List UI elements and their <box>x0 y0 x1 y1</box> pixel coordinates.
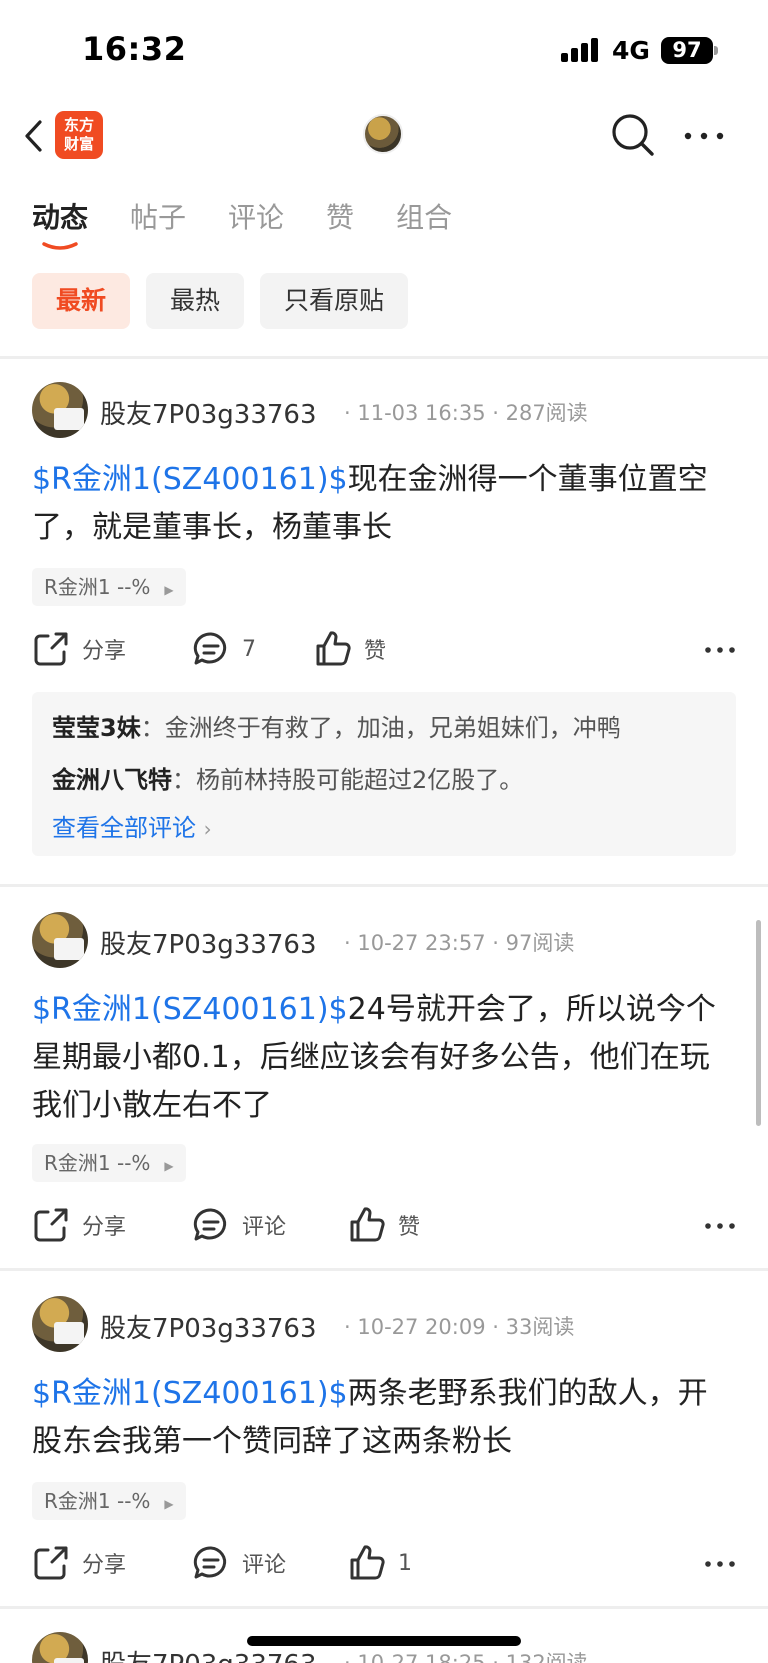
like-button[interactable]: 赞 <box>348 1206 420 1244</box>
comment-button[interactable]: 评论 <box>192 1206 286 1244</box>
more-icon[interactable] <box>704 1214 736 1238</box>
chevron-right-icon: › <box>203 817 212 841</box>
search-icon[interactable] <box>610 112 656 158</box>
post-content[interactable]: $R金洲1(SZ400161)$24号就开会了，所以说今个星期最小都0.1，后继… <box>32 986 732 1130</box>
status-time: 16:32 <box>82 30 187 68</box>
chevron-left-icon[interactable] <box>18 118 54 154</box>
signal-icon <box>561 38 601 62</box>
scrollbar[interactable] <box>756 920 761 1126</box>
share-icon <box>34 1208 68 1242</box>
tab-bar: 动态 帖子 评论 赞 组合 <box>32 196 494 250</box>
post-card[interactable]: 股友7P03g33763 · 10-27 23:57 · 97阅读 $R金洲1(… <box>0 912 768 1252</box>
comment-button[interactable]: 评论 <box>192 1544 286 1582</box>
share-button[interactable]: 分享 <box>32 1544 126 1582</box>
comment-icon <box>193 632 227 665</box>
stock-link[interactable]: $R金洲1(SZ400161)$ <box>32 462 348 497</box>
stock-link[interactable]: $R金洲1(SZ400161)$ <box>32 992 348 1027</box>
filter-hot[interactable]: 最热 <box>146 273 245 329</box>
thumbs-up-icon <box>316 631 351 666</box>
username[interactable]: 股友7P03g33763 <box>100 394 317 431</box>
post-meta: · 10-27 20:09 · 33阅读 <box>344 1315 575 1339</box>
divider <box>0 356 768 359</box>
more-icon[interactable] <box>682 118 726 154</box>
post-actions: 分享 7 赞 <box>32 630 736 674</box>
tab-likes[interactable]: 赞 <box>326 196 354 246</box>
like-button[interactable]: 赞 <box>314 630 386 668</box>
stock-tag[interactable]: R金洲1 --% ▶ <box>32 1482 186 1520</box>
divider <box>0 1606 768 1609</box>
post-card[interactable]: 股友7P03g33763 · 10-27 20:09 · 33阅读 $R金洲1(… <box>0 1296 768 1592</box>
comment-item: 金洲八飞特：杨前林持股可能超过2亿股了。 <box>52 766 524 794</box>
thumbs-up-icon <box>350 1207 385 1242</box>
comment-item: 莹莹3妹：金洲终于有救了，加油，兄弟姐妹们，冲鸭 <box>52 714 621 742</box>
tab-posts[interactable]: 帖子 <box>130 196 186 246</box>
filter-latest[interactable]: 最新 <box>32 273 131 329</box>
post-meta: · 10-27 18:25 · 132阅读 <box>344 1651 588 1663</box>
post-content[interactable]: $R金洲1(SZ400161)$现在金洲得一个董事位置空了，就是董事长，杨董事长 <box>32 456 732 552</box>
comment-icon <box>193 1208 227 1241</box>
nav-bar: 东方 财富 <box>0 100 768 172</box>
tab-portfolio[interactable]: 组合 <box>396 196 452 246</box>
username[interactable]: 股友7P03g33763 <box>100 1644 317 1663</box>
post-content[interactable]: $R金洲1(SZ400161)$两条老野系我们的敌人，开股东会我第一个赞同辞了这… <box>32 1370 732 1466</box>
stock-link[interactable]: $R金洲1(SZ400161)$ <box>32 1376 348 1411</box>
share-button[interactable]: 分享 <box>32 630 126 668</box>
comment-preview[interactable]: 莹莹3妹：金洲终于有救了，加油，兄弟姐妹们，冲鸭 金洲八飞特：杨前林持股可能超过… <box>32 692 736 856</box>
more-icon[interactable] <box>704 1552 736 1576</box>
post-meta: · 10-27 23:57 · 97阅读 <box>344 931 575 955</box>
filter-original-only[interactable]: 只看原贴 <box>260 273 409 329</box>
filter-bar: 最新 最热 只看原贴 <box>32 273 424 329</box>
avatar[interactable] <box>32 1632 88 1663</box>
avatar[interactable] <box>32 1296 88 1352</box>
active-tab-indicator <box>42 242 78 250</box>
share-icon <box>34 632 68 666</box>
home-indicator[interactable] <box>247 1636 521 1646</box>
username[interactable]: 股友7P03g33763 <box>100 924 317 961</box>
share-icon <box>34 1546 68 1580</box>
avatar[interactable] <box>32 382 88 438</box>
avatar[interactable] <box>363 114 403 154</box>
stock-tag[interactable]: R金洲1 --% ▶ <box>32 1144 186 1182</box>
comment-icon <box>193 1546 227 1579</box>
username[interactable]: 股友7P03g33763 <box>100 1308 317 1345</box>
tab-dynamics[interactable]: 动态 <box>32 196 88 246</box>
tab-comments[interactable]: 评论 <box>228 196 284 246</box>
post-meta: · 11-03 16:35 · 287阅读 <box>344 401 588 425</box>
see-all-comments-link[interactable]: 查看全部评论 › <box>52 808 212 843</box>
post-actions: 分享 评论 1 <box>32 1544 736 1588</box>
more-icon[interactable] <box>704 638 736 662</box>
like-button[interactable]: 1 <box>348 1544 412 1582</box>
divider <box>0 884 768 887</box>
play-icon: ▶ <box>164 1497 174 1511</box>
post-actions: 分享 评论 赞 <box>32 1206 736 1250</box>
network-label: 4G <box>612 36 650 65</box>
avatar[interactable] <box>32 912 88 968</box>
post-card[interactable]: 股友7P03g33763 · 11-03 16:35 · 287阅读 $R金洲1… <box>0 382 768 872</box>
battery-tip <box>714 46 718 55</box>
play-icon: ▶ <box>164 583 174 597</box>
comment-button[interactable]: 7 <box>192 630 256 668</box>
play-icon: ▶ <box>164 1159 174 1173</box>
status-bar: 16:32 4G 97 <box>0 0 768 100</box>
battery-icon: 97 <box>661 37 713 64</box>
stock-tag[interactable]: R金洲1 --% ▶ <box>32 568 186 606</box>
app-logo[interactable]: 东方 财富 <box>55 111 103 159</box>
divider <box>0 1268 768 1271</box>
thumbs-up-icon <box>350 1545 385 1580</box>
share-button[interactable]: 分享 <box>32 1206 126 1244</box>
